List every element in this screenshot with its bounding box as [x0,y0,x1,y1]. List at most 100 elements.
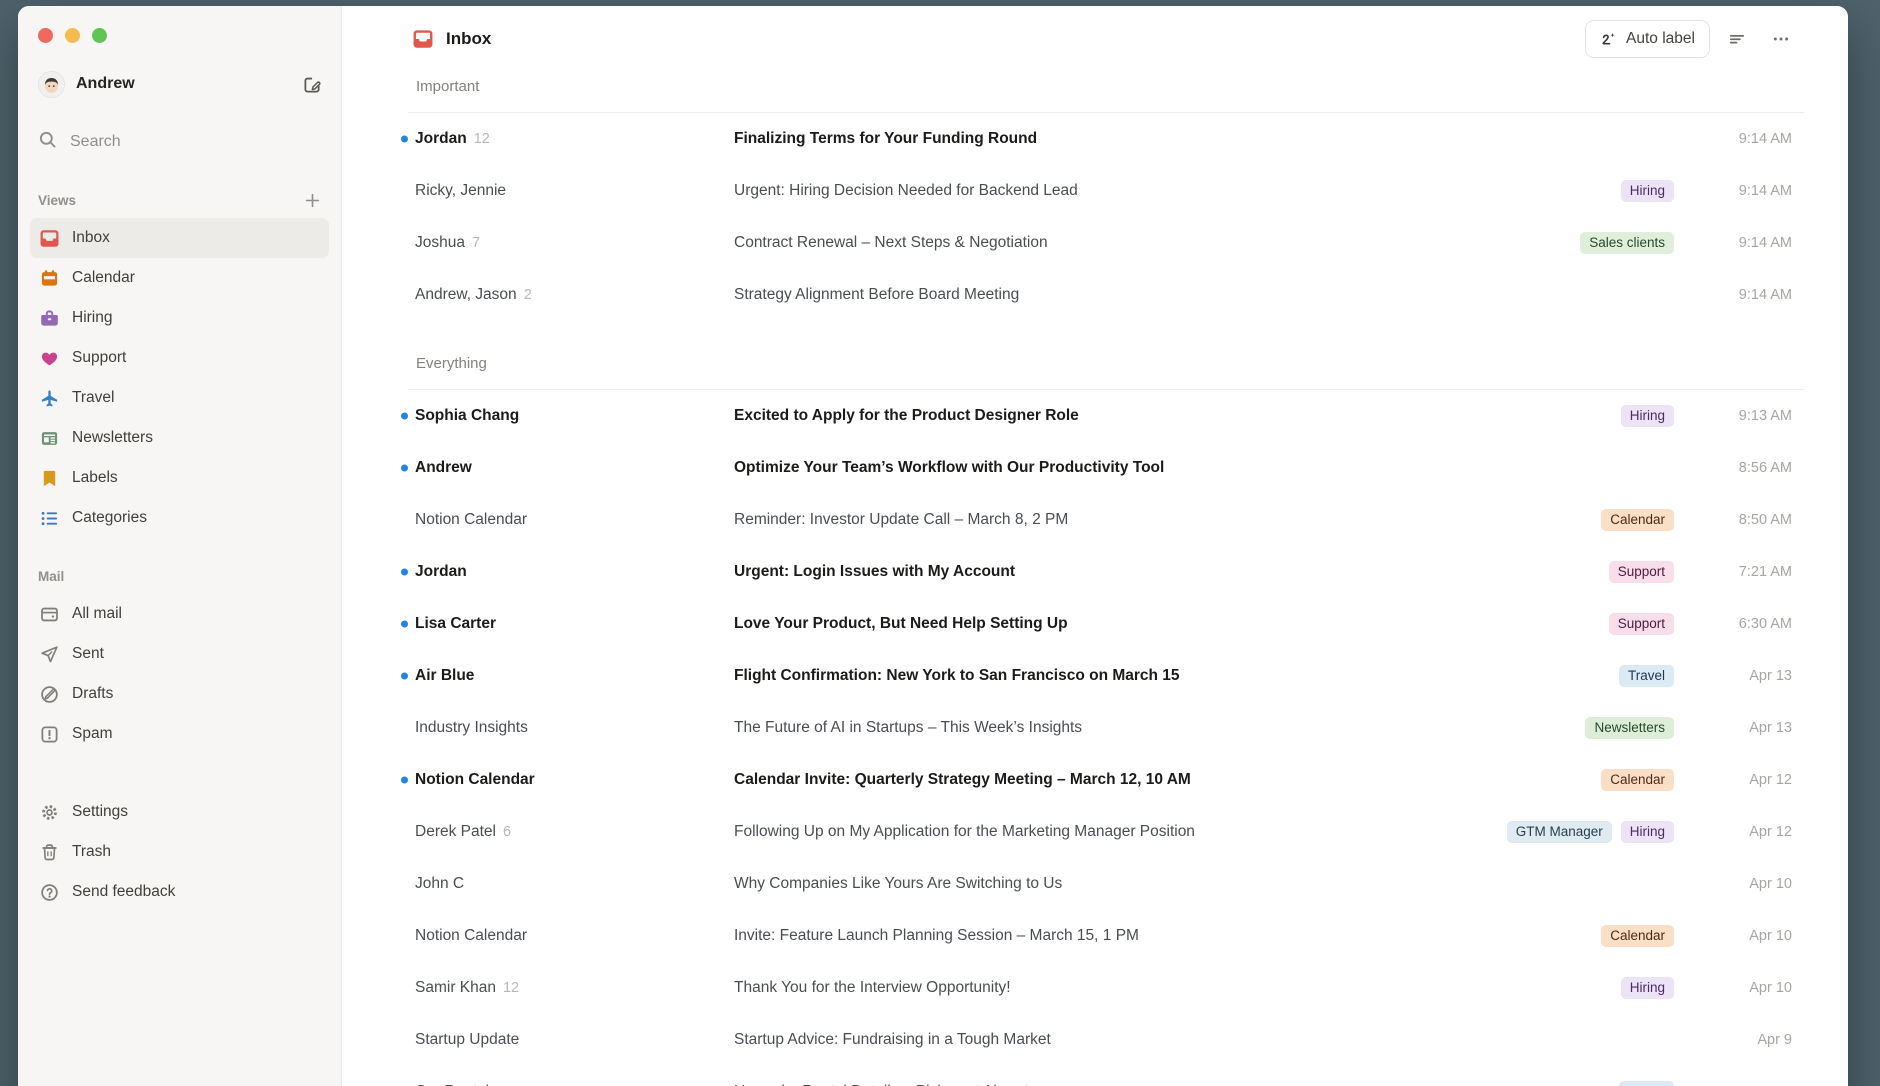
sidebar-item-labels[interactable]: Labels [30,458,329,498]
sidebar-item-label: Inbox [72,229,110,247]
email-row[interactable]: AndrewOptimize Your Team’s Workflow with… [342,442,1848,494]
unread-dot [401,569,408,576]
email-sender: Derek Patel6 [415,823,734,841]
email-row[interactable]: Notion CalendarInvite: Feature Launch Pl… [342,910,1848,962]
email-row[interactable]: Joshua7Contract Renewal – Next Steps & N… [342,217,1848,269]
email-time: 8:56 AM [1688,460,1792,476]
filter-button[interactable] [1720,22,1754,56]
unread-dot [401,465,408,472]
email-sender: Ricky, Jennie [415,182,734,200]
email-badges: Calendar [1601,925,1674,947]
more-options-button[interactable] [1764,22,1798,56]
zoom-window-button[interactable] [92,28,107,43]
sidebar-item-label: Spam [72,725,113,743]
email-time: 9:14 AM [1688,183,1792,199]
label-badge[interactable]: Calendar [1601,509,1674,531]
sidebar-item-hiring[interactable]: Hiring [30,298,329,338]
email-row[interactable]: Industry InsightsThe Future of AI in Sta… [342,702,1848,754]
email-row[interactable]: Startup UpdateStartup Advice: Fundraisin… [342,1014,1848,1066]
email-badges: Hiring [1621,180,1674,202]
email-sender: Notion Calendar [415,771,734,789]
email-time: Apr 10 [1688,980,1792,996]
sidebar-item-label: Trash [72,843,111,861]
sidebar-item-trash[interactable]: Trash [30,832,329,872]
label-badge[interactable]: Support [1609,561,1674,583]
thread-count: 12 [474,131,490,147]
label-badge[interactable]: Calendar [1601,925,1674,947]
mail-list: All mailSentDrafts Spam [18,594,341,754]
sidebar-footer-list: Settings Trash Send feedback [18,792,341,912]
label-badge[interactable]: Hiring [1621,180,1674,202]
email-row[interactable]: JordanUrgent: Login Issues with My Accou… [342,546,1848,598]
unread-dot [401,621,408,628]
calendar-icon [40,269,59,288]
email-time: Apr 10 [1688,928,1792,944]
section-important: ImportantJordan12Finalizing Terms for Yo… [342,78,1848,321]
email-row[interactable]: Sophia ChangExcited to Apply for the Pro… [342,390,1848,442]
label-badge[interactable]: Calendar [1601,769,1674,791]
email-row[interactable]: Notion CalendarCalendar Invite: Quarterl… [342,754,1848,806]
section-everything: EverythingSophia ChangExcited to Apply f… [342,355,1848,1086]
label-badge[interactable]: Sales clients [1580,232,1674,254]
sidebar-item-all-mail[interactable]: All mail [30,594,329,634]
sidebar-item-support[interactable]: Support [30,338,329,378]
sidebar-item-send-feedback[interactable]: Send feedback [30,872,329,912]
account-row[interactable]: Andrew [38,68,327,100]
email-subject: Calendar Invite: Quarterly Strategy Meet… [734,771,1601,789]
close-window-button[interactable] [38,28,53,43]
label-badge[interactable]: Support [1609,613,1674,635]
search-button[interactable]: Search [38,126,327,158]
sidebar-item-settings[interactable]: Settings [30,792,329,832]
auto-label-button[interactable]: Auto label [1585,20,1710,58]
email-time: 8:50 AM [1688,512,1792,528]
email-row[interactable]: Lisa CarterLove Your Product, But Need H… [342,598,1848,650]
sidebar-item-categories[interactable]: Categories [30,498,329,538]
email-time: 7:21 AM [1688,564,1792,580]
label-badge[interactable]: Hiring [1621,821,1674,843]
sidebar-item-drafts[interactable]: Drafts [30,674,329,714]
email-sender: Andrew [415,459,734,477]
label-badge[interactable]: Travel [1619,1081,1674,1086]
email-row[interactable]: Notion CalendarReminder: Investor Update… [342,494,1848,546]
label-badge[interactable]: GTM Manager [1507,821,1612,843]
email-sender: Notion Calendar [415,511,734,529]
email-time: 9:13 AM [1688,408,1792,424]
email-row[interactable]: Andrew, Jason2Strategy Alignment Before … [342,269,1848,321]
inbox-icon [40,229,59,248]
minimize-window-button[interactable] [65,28,80,43]
email-sender: Andrew, Jason2 [415,286,734,304]
sidebar-item-label: Calendar [72,269,135,287]
page-title: Inbox [446,29,491,49]
label-badge[interactable]: Hiring [1621,405,1674,427]
email-row[interactable]: Samir Khan12Thank You for the Interview … [342,962,1848,1014]
email-row[interactable]: Ricky, JennieUrgent: Hiring Decision Nee… [342,165,1848,217]
label-badge[interactable]: Hiring [1621,977,1674,999]
email-time: Apr 10 [1688,876,1792,892]
label-badge[interactable]: Newsletters [1585,717,1674,739]
main-panel: Inbox Auto label ImportantJordan12Finali… [342,6,1848,1086]
compose-button[interactable] [297,69,327,99]
label-badge[interactable]: Travel [1619,665,1674,687]
email-list: ImportantJordan12Finalizing Terms for Yo… [342,68,1848,1086]
email-badges: GTM Manager Hiring [1507,821,1674,843]
email-subject: Excited to Apply for the Product Designe… [734,407,1621,425]
email-row[interactable]: Air BlueFlight Confirmation: New York to… [342,650,1848,702]
sidebar-item-label: Settings [72,803,128,821]
sidebar-item-newsletters[interactable]: Newsletters [30,418,329,458]
sidebar-item-inbox[interactable]: Inbox [30,218,329,258]
sidebar-item-sent[interactable]: Sent [30,634,329,674]
add-view-button[interactable] [297,185,327,215]
sidebar-item-spam[interactable]: Spam [30,714,329,754]
sidebar-item-calendar[interactable]: Calendar [30,258,329,298]
email-badges: Newsletters [1585,717,1674,739]
email-row[interactable]: Car RentalsUpgrade: Rental Details – Pic… [342,1066,1848,1086]
email-sender: Joshua7 [415,234,734,252]
views-label: Views [38,193,297,208]
email-subject: Why Companies Like Yours Are Switching t… [734,875,1674,893]
email-row[interactable]: John CWhy Companies Like Yours Are Switc… [342,858,1848,910]
email-row[interactable]: Derek Patel6Following Up on My Applicati… [342,806,1848,858]
email-subject: Finalizing Terms for Your Funding Round [734,130,1674,148]
account-name: Andrew [76,75,297,93]
sidebar-item-travel[interactable]: Travel [30,378,329,418]
email-row[interactable]: Jordan12Finalizing Terms for Your Fundin… [342,113,1848,165]
